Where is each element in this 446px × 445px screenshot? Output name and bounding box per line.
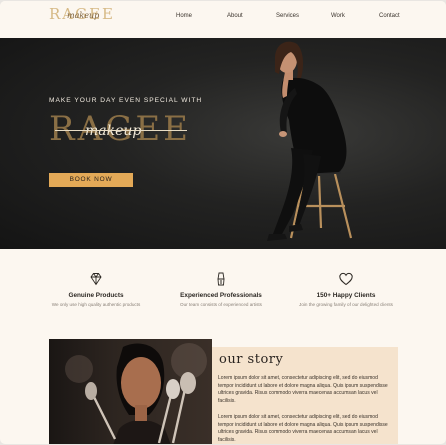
hero-section: MAKE YOUR DAY EVEN SPECIAL WITH RAGEE ma…	[0, 38, 446, 249]
page-frame: RAGEE makeup Home About Services Work Co…	[0, 1, 446, 444]
nav-home[interactable]: Home	[176, 13, 192, 19]
hero-brand: RAGEE makeup	[49, 109, 199, 149]
feature-happy-clients: 150+ Happy Clients Join the growing fami…	[271, 271, 421, 307]
book-now-button[interactable]: BOOK NOW	[49, 173, 133, 187]
makeup-brush-icon	[217, 272, 225, 286]
features-section: Genuine Products We only use high qualit…	[0, 249, 446, 331]
brand-logo-script: makeup	[67, 11, 100, 20]
heart-icon	[339, 272, 353, 286]
nav-about[interactable]: About	[227, 13, 243, 19]
diamond-icon	[90, 273, 102, 286]
story-title: our story	[219, 352, 284, 367]
nav-services[interactable]: Services	[276, 13, 299, 19]
site-header: RAGEE makeup Home About Services Work Co…	[0, 1, 446, 37]
hero-tagline: MAKE YOUR DAY EVEN SPECIAL WITH	[49, 97, 203, 104]
hero-divider	[55, 130, 187, 131]
nav-contact[interactable]: Contact	[379, 13, 400, 19]
our-story-panel: our story Lorem ipsum dolor sit amet, co…	[212, 347, 398, 444]
feature-description: Join the growing family of our delighted…	[299, 302, 393, 307]
hero-model-image	[267, 41, 353, 241]
story-paragraph-1: Lorem ipsum dolor sit amet, consectetur …	[218, 375, 388, 404]
brand-logo[interactable]: RAGEE makeup	[49, 5, 113, 27]
hero-brand-script: makeup	[85, 123, 142, 139]
story-paragraph-2: Lorem ipsum dolor sit amet, consectetur …	[218, 414, 388, 443]
story-image	[49, 339, 212, 444]
nav-work[interactable]: Work	[331, 13, 345, 19]
feature-title: 150+ Happy Clients	[316, 292, 376, 299]
story-model-image	[65, 343, 207, 444]
